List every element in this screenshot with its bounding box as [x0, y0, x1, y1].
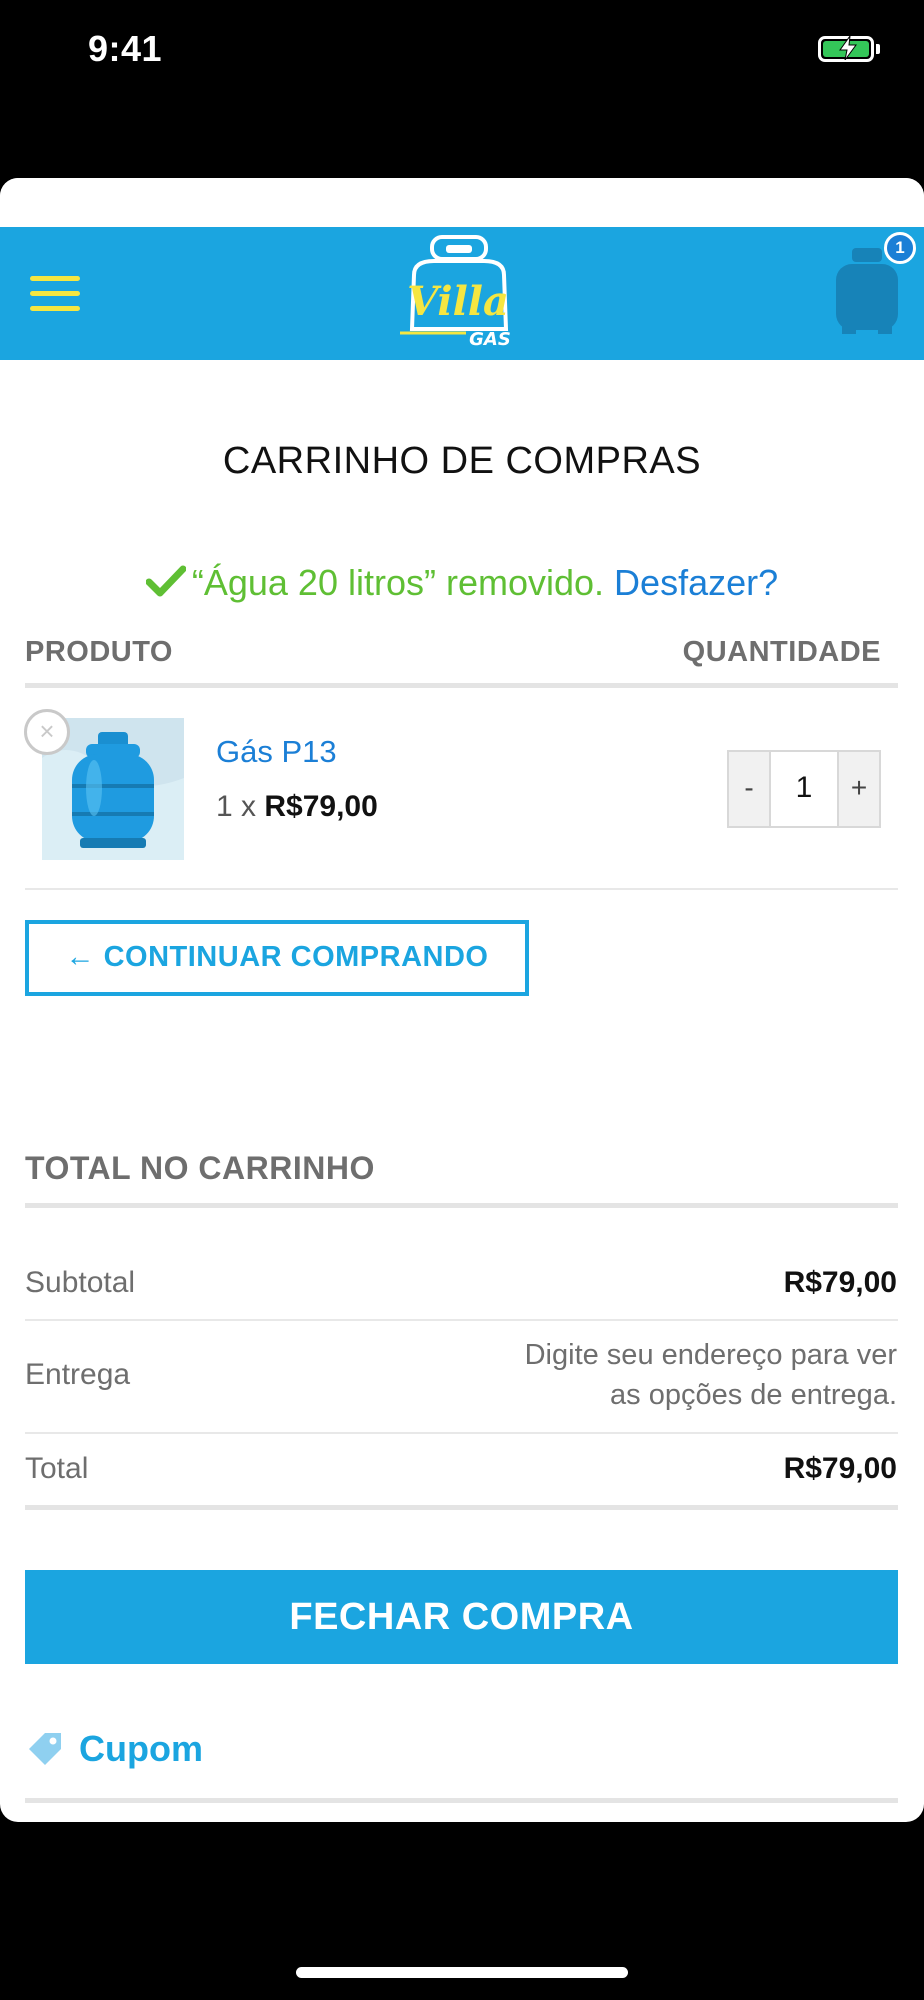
total-divider	[25, 1505, 898, 1510]
cart-count-badge[interactable]: 1	[884, 232, 916, 264]
coupon-toggle[interactable]: Cupom	[25, 1724, 203, 1774]
charging-bolt-icon	[839, 36, 857, 60]
checkout-button[interactable]: FECHAR COMPRA	[25, 1570, 898, 1664]
shipping-label: Entrega	[25, 1358, 131, 1391]
table-head-divider	[25, 683, 898, 688]
increment-button[interactable]: +	[839, 752, 879, 826]
subtotal-divider	[25, 1319, 898, 1321]
coupon-divider	[25, 1798, 898, 1803]
villa-gas-logo[interactable]: Villa GÁS	[394, 233, 524, 353]
qty-prefix: 1 x	[216, 790, 257, 823]
home-indicator[interactable]	[296, 1967, 628, 1978]
item-divider	[25, 888, 898, 890]
status-bar: 9:41	[0, 0, 924, 100]
status-time: 9:41	[88, 28, 163, 69]
shipping-divider	[25, 1432, 898, 1434]
shipping-message: Digite seu endereço para ver as opções d…	[457, 1335, 897, 1415]
total-label: Total	[25, 1452, 89, 1485]
coupon-label[interactable]: Cupom	[79, 1728, 203, 1770]
logo-text-gas: GÁS	[469, 328, 511, 350]
subtotal-label: Subtotal	[25, 1266, 136, 1299]
remove-item-button[interactable]: ×	[24, 709, 70, 755]
battery-cap	[876, 44, 880, 54]
undo-link[interactable]: Desfazer?	[614, 562, 778, 603]
check-icon	[145, 565, 186, 597]
totals-title-divider	[25, 1203, 898, 1208]
product-price: 1 x R$79,00	[216, 790, 378, 824]
shipping-line-1: Digite seu endereço para ver	[524, 1339, 897, 1371]
total-value: R$79,00	[783, 1452, 897, 1485]
page-title: CARRINHO DE COMPRAS	[222, 440, 702, 482]
product-name-link[interactable]: Gás P13	[216, 734, 337, 770]
quantity-input[interactable]: 1	[769, 752, 839, 826]
unit-price: R$79,00	[264, 790, 378, 823]
subtotal-value: R$79,00	[783, 1266, 897, 1299]
battery-icon	[818, 36, 874, 62]
shipping-line-2: as opções de entrega.	[610, 1379, 897, 1411]
column-header-quantity: QUANTIDADE	[682, 636, 881, 668]
continue-shopping-button[interactable]: ← CONTINUAR COMPRANDO	[25, 920, 529, 996]
tag-icon	[29, 1733, 61, 1765]
quantity-stepper: - 1 +	[727, 750, 881, 828]
decrement-button[interactable]: -	[729, 752, 769, 826]
column-header-product: PRODUTO	[25, 636, 173, 668]
notice-message: “Água 20 litros” removido.	[191, 562, 605, 603]
cart-totals-title: TOTAL NO CARRINHO	[25, 1150, 375, 1186]
hamburger-icon[interactable]	[30, 276, 80, 312]
logo-text-villa: Villa	[407, 278, 509, 325]
removed-notice: “Água 20 litros” removido. Desfazer?	[0, 562, 924, 604]
